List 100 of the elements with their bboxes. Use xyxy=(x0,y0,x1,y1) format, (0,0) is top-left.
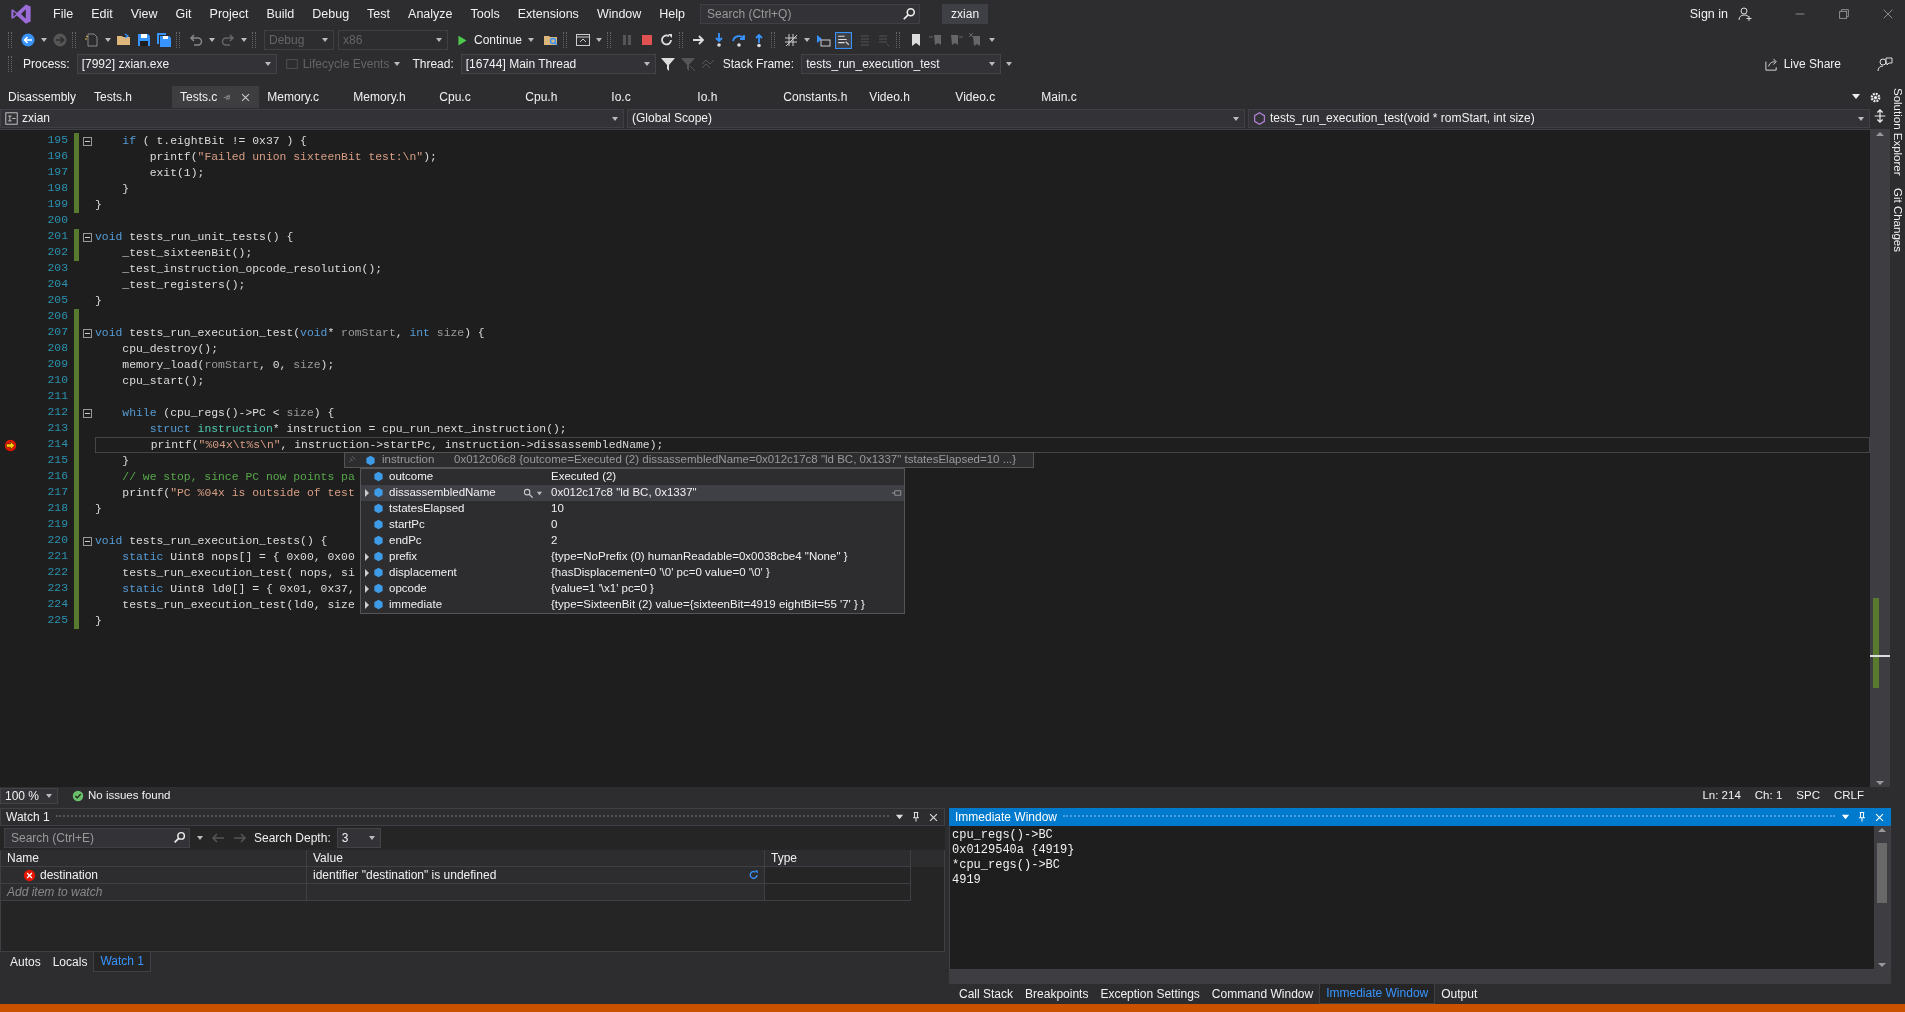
breakpoint-icon[interactable] xyxy=(3,438,17,452)
collapse-icon[interactable] xyxy=(82,232,92,242)
close-icon[interactable] xyxy=(1874,811,1885,823)
expand-icon[interactable] xyxy=(364,553,370,561)
live-share-button[interactable]: Live Share xyxy=(1757,55,1847,73)
menu-item[interactable]: File xyxy=(44,6,83,22)
document-tab[interactable]: Io.c xyxy=(603,86,690,108)
side-tab[interactable]: Solution Explorer xyxy=(1890,88,1905,176)
caret-icon[interactable] xyxy=(595,36,604,44)
datatip-row[interactable]: endPc 2 xyxy=(361,533,904,549)
column-header[interactable]: Type xyxy=(765,850,911,867)
panel-tab[interactable]: Locals xyxy=(46,952,94,972)
feedback-icon[interactable] xyxy=(1877,56,1893,72)
crossed-lines-icon[interactable] xyxy=(783,32,800,48)
menu-item[interactable]: Extensions xyxy=(508,6,588,22)
panel-tab[interactable]: Command Window xyxy=(1205,984,1320,1004)
document-tab[interactable]: Video.h xyxy=(861,86,948,108)
panel-tab[interactable]: Output xyxy=(1435,984,1484,1004)
document-tab[interactable]: Tests.h xyxy=(86,86,172,108)
depth-dropdown[interactable]: 3 xyxy=(336,828,381,848)
menu-item[interactable]: Build xyxy=(257,6,304,22)
collapse-icon[interactable] xyxy=(82,136,92,146)
side-tab[interactable]: Git Changes xyxy=(1890,187,1905,252)
menu-item[interactable]: Test xyxy=(358,6,400,22)
panel-tab[interactable]: Watch 1 xyxy=(93,952,151,972)
indent-status[interactable]: SPC xyxy=(1796,789,1820,803)
document-tab[interactable]: Disassembly xyxy=(0,86,86,108)
datatip-row[interactable]: opcode {value=1 '\x1' pc=0 } xyxy=(361,581,904,597)
document-tab[interactable]: Constants.h xyxy=(775,86,862,108)
line-number-status[interactable]: Ln: 214 xyxy=(1702,789,1741,803)
menu-item[interactable]: Help xyxy=(650,6,695,22)
caret-icon[interactable] xyxy=(536,489,543,497)
datatip-row[interactable]: tstatesElapsed 10 xyxy=(361,501,904,517)
caret-icon[interactable] xyxy=(208,36,216,44)
menu-item[interactable]: Project xyxy=(200,6,258,22)
dropdown[interactable]: [16744] Main Thread xyxy=(460,54,656,74)
collapse-icon[interactable] xyxy=(82,328,92,338)
caret-icon[interactable] xyxy=(104,36,112,44)
datatip-row[interactable]: startPc 0 xyxy=(361,517,904,533)
folder-icon[interactable] xyxy=(116,32,132,48)
issues-status[interactable]: No issues found xyxy=(88,789,171,803)
column-status[interactable]: Ch: 1 xyxy=(1754,789,1783,803)
horizontal-scrollbar[interactable] xyxy=(949,970,1891,984)
caret-icon[interactable] xyxy=(988,36,997,44)
settings-icon[interactable] xyxy=(1869,90,1882,104)
menu-item[interactable]: Window xyxy=(587,6,651,22)
dropdown[interactable]: tests_run_execution_test xyxy=(801,54,1002,74)
restore-icon[interactable] xyxy=(1837,7,1851,21)
expand-icon[interactable] xyxy=(364,601,370,609)
search-icon[interactable] xyxy=(902,7,917,21)
collapse-icon[interactable] xyxy=(82,408,92,418)
caret-icon[interactable] xyxy=(803,36,812,44)
new-item-icon[interactable] xyxy=(84,32,100,48)
browser-window-icon[interactable] xyxy=(575,32,592,48)
watch-name-cell[interactable]: destination xyxy=(1,867,307,884)
panel-tab[interactable]: Breakpoints xyxy=(1019,984,1095,1004)
expand-icon[interactable] xyxy=(364,585,370,593)
panel-tab[interactable]: Immediate Window xyxy=(1319,984,1436,1004)
menu-item[interactable]: Edit xyxy=(82,6,122,22)
person-add-icon[interactable] xyxy=(1737,6,1753,22)
caret-icon[interactable] xyxy=(40,36,48,44)
datatip-row[interactable]: immediate {type=SixteenBit (2) value={sixteenBit=4919 eightBit=55 '7' } } xyxy=(361,597,904,613)
save-icon[interactable] xyxy=(136,32,152,48)
dropdown[interactable]: (Global Scope) xyxy=(627,109,1245,128)
back-icon[interactable] xyxy=(20,32,36,48)
next-bookmark-icon[interactable] xyxy=(948,32,965,48)
document-tab[interactable]: Cpu.c xyxy=(431,86,518,108)
split-icon[interactable] xyxy=(1873,109,1887,123)
close-icon[interactable] xyxy=(928,811,939,823)
dropdown[interactable]: [7992] zxian.exe xyxy=(76,54,277,74)
datatip-row[interactable]: displacement {hasDisplacement=0 '\0' pc=0 value=0 '\0' } xyxy=(361,565,904,581)
panel-tab[interactable]: Call Stack xyxy=(953,984,1020,1004)
dropdown[interactable]: zxian xyxy=(0,109,624,128)
document-tab[interactable]: Tests.c xyxy=(172,86,260,108)
menu-item[interactable]: Tools xyxy=(461,6,509,22)
document-tab[interactable]: Memory.h xyxy=(345,86,432,108)
zoom-dropdown[interactable]: 100 % xyxy=(0,788,58,804)
pin-icon[interactable] xyxy=(1856,811,1868,823)
datatip-row[interactable]: dissassembledName 0x012c17c8 "ld BC, 0x1337" xyxy=(361,485,904,501)
document-tab[interactable]: Memory.c xyxy=(259,86,346,108)
line-ending-status[interactable]: CRLF xyxy=(1833,789,1864,803)
document-tab[interactable]: Io.h xyxy=(689,86,776,108)
menu-item[interactable]: Git xyxy=(166,6,201,22)
filter-icon[interactable] xyxy=(659,56,676,72)
caret-icon[interactable] xyxy=(240,36,248,44)
collapse-icon[interactable] xyxy=(82,536,92,546)
add-watch-field[interactable]: Add item to watch xyxy=(1,884,307,901)
search-field[interactable]: Search (Ctrl+Q) xyxy=(700,4,921,24)
step-over-icon[interactable] xyxy=(731,32,748,48)
app-logo-icon[interactable] xyxy=(10,3,32,25)
save-all-icon[interactable] xyxy=(156,32,172,48)
list-window-icon[interactable] xyxy=(835,31,853,49)
continue-button[interactable]: Continue xyxy=(452,30,540,50)
menu-item[interactable]: Analyze xyxy=(399,6,462,22)
menu-item[interactable]: Debug xyxy=(303,6,359,22)
sign-in-link[interactable]: Sign in xyxy=(1680,6,1737,22)
caret-icon[interactable] xyxy=(895,812,904,822)
dropdown[interactable]: tests_run_execution_test(void * romStart, int size) xyxy=(1248,109,1870,128)
document-tab[interactable]: Cpu.h xyxy=(517,86,604,108)
pin-icon[interactable] xyxy=(910,811,922,823)
